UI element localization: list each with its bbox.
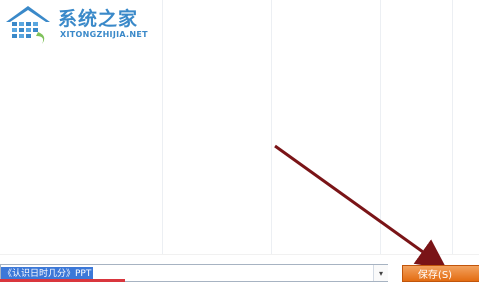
column-divider: [380, 0, 381, 254]
watermark-title: 系统之家: [58, 8, 139, 30]
house-logo-icon: [6, 6, 50, 44]
watermark-url: XITONGZHIJIA.NET: [60, 30, 148, 39]
watermark-logo: 系统之家 XITONGZHIJIA.NET: [2, 2, 172, 46]
chevron-down-icon[interactable]: ▾: [373, 265, 388, 281]
divider: [0, 254, 479, 255]
column-divider: [452, 0, 453, 254]
column-divider: [271, 0, 272, 254]
save-button[interactable]: 保存(S): [402, 265, 479, 282]
